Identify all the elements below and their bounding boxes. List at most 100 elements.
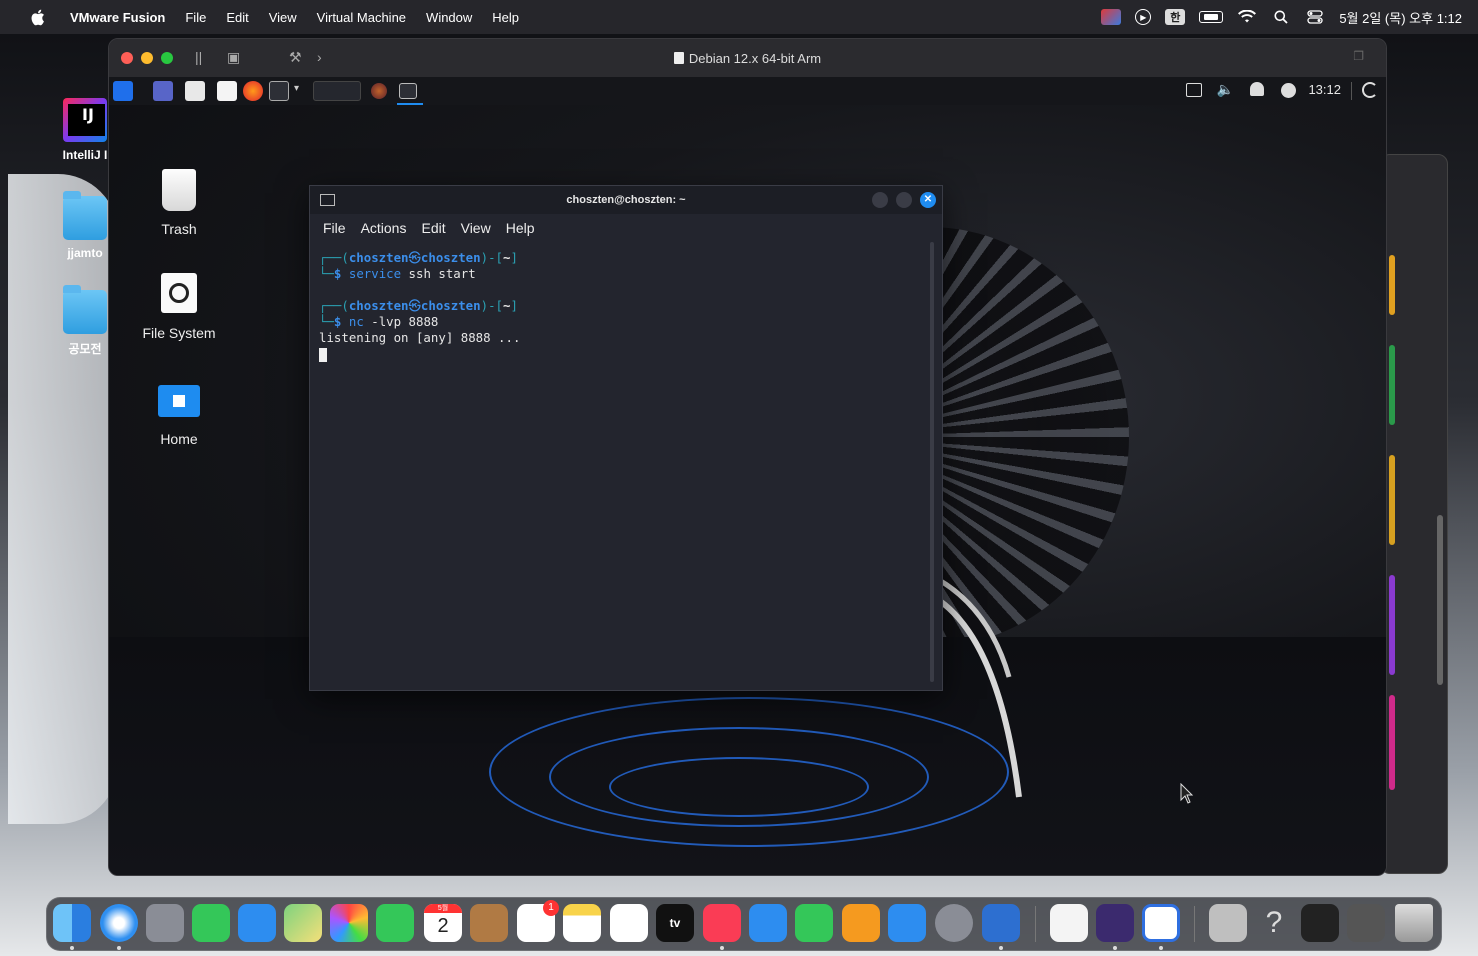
calendar-month: 5월 [424, 904, 462, 913]
background-app-window[interactable] [1380, 154, 1448, 874]
kali-menu-icon[interactable] [113, 81, 133, 101]
close-button[interactable]: ✕ [920, 192, 936, 208]
terminal-task-icon[interactable] [399, 83, 417, 99]
command-output: listening on [any] 8888 ... [319, 330, 521, 345]
photos-icon[interactable] [330, 904, 368, 942]
trash-icon[interactable] [1395, 904, 1433, 942]
menu-edit[interactable]: Edit [226, 10, 248, 25]
notification-badge: 1 [543, 900, 559, 916]
music-icon[interactable] [703, 904, 741, 942]
control-center-icon[interactable] [1305, 9, 1325, 25]
apple-icon[interactable] [26, 6, 48, 28]
menu-file[interactable]: File [185, 10, 206, 25]
workspace-switcher[interactable] [313, 81, 361, 101]
firefox-icon[interactable] [243, 81, 263, 101]
guest-icon-home[interactable]: Home [129, 385, 229, 447]
show-desktop-icon[interactable] [153, 81, 173, 101]
keynote-icon[interactable] [749, 904, 787, 942]
calendar-icon[interactable]: 5월 2 [424, 904, 462, 942]
scrollbar[interactable] [1437, 515, 1443, 685]
terminal-launcher-icon[interactable] [269, 81, 289, 101]
terminal-menu-view[interactable]: View [461, 220, 491, 236]
menu-virtual-machine[interactable]: Virtual Machine [317, 10, 406, 25]
fullscreen-icon[interactable]: ❐ [1353, 49, 1364, 63]
desktop-icon-label: jjamto [67, 246, 103, 260]
mail-icon[interactable] [238, 904, 276, 942]
menubar-status-area: ▶ 한 5월 2일 (목) 오후 1:12 [1101, 0, 1462, 34]
trash-icon [162, 169, 196, 211]
vmware-titlebar[interactable]: || ▣ ⚒ › Debian 12.x 64-bit Arm ❐ [109, 39, 1386, 77]
app-store-icon[interactable] [888, 904, 926, 942]
chevron-down-icon[interactable]: ▾ [294, 83, 299, 94]
obsidian-icon[interactable] [1096, 904, 1134, 942]
menu-view[interactable]: View [269, 10, 297, 25]
home-folder-icon [158, 385, 200, 417]
terminal-titlebar[interactable]: choszten@choszten: ~ ✕ [310, 186, 942, 214]
contacts-icon[interactable] [470, 904, 508, 942]
folder-icon [63, 285, 107, 334]
terminal-menu-edit[interactable]: Edit [421, 220, 445, 236]
display-icon[interactable] [1186, 83, 1202, 97]
menubar-datetime[interactable]: 5월 2일 (목) 오후 1:12 [1339, 8, 1462, 27]
safari-icon[interactable] [100, 904, 138, 942]
running-indicator [1113, 946, 1117, 950]
recent-document-icon[interactable] [1209, 904, 1247, 942]
search-icon[interactable] [1271, 9, 1291, 25]
menu-app-name[interactable]: VMware Fusion [70, 10, 165, 25]
pages-icon[interactable] [842, 904, 880, 942]
maps-icon[interactable] [284, 904, 322, 942]
text-editor-icon[interactable] [217, 81, 237, 101]
minimize-button[interactable] [872, 192, 888, 208]
color-tab [1389, 255, 1395, 315]
facetime-icon[interactable] [376, 904, 414, 942]
notifications-bell-icon[interactable] [1250, 82, 1264, 96]
vmware-fusion-icon[interactable] [1142, 904, 1180, 942]
volume-icon[interactable]: 🔈 [1217, 81, 1234, 98]
power-manager-icon[interactable] [1281, 83, 1296, 98]
xcode-icon[interactable] [982, 904, 1020, 942]
terminal-app-icon [320, 194, 335, 206]
menu-window[interactable]: Window [426, 10, 472, 25]
mac-menubar: VMware Fusion File Edit View Virtual Mac… [0, 0, 1478, 34]
freeform-icon[interactable] [610, 904, 648, 942]
unknown-app-icon[interactable]: ? [1255, 904, 1293, 942]
wallpaper-dragon-tail [932, 577, 1022, 798]
maximize-button[interactable] [896, 192, 912, 208]
finder-icon[interactable] [53, 904, 91, 942]
menu-help[interactable]: Help [492, 10, 519, 25]
textedit-icon[interactable] [1050, 904, 1088, 942]
screenshot-icon[interactable] [1347, 904, 1385, 942]
color-tab [1389, 455, 1395, 545]
running-indicator [999, 946, 1003, 950]
guest-top-panel: ▾ 🔈 13:12 [109, 77, 1386, 105]
mouse-pointer-icon [1180, 783, 1194, 804]
desktop-icon-label: 공모전 [68, 342, 102, 356]
terminal-scrollbar[interactable] [930, 242, 934, 682]
launchpad-icon[interactable] [146, 904, 184, 942]
terminal-menu-file[interactable]: File [323, 220, 346, 236]
apple-tv-icon[interactable]: tv [656, 904, 694, 942]
terminal-menu-help[interactable]: Help [506, 220, 535, 236]
reminders-icon[interactable]: 1 [517, 900, 559, 942]
wallpaper-blue-ripple [609, 757, 869, 817]
guest-clock[interactable]: 13:12 [1308, 82, 1341, 97]
screenshot-icon[interactable] [1301, 904, 1339, 942]
guest-icon-file-system[interactable]: File System [129, 273, 229, 341]
terminal-menu-actions[interactable]: Actions [361, 220, 407, 236]
vmware-status-icon[interactable] [1101, 9, 1122, 25]
play-icon[interactable]: ▶ [1135, 9, 1152, 25]
firefox-task-icon[interactable] [371, 83, 387, 99]
running-indicator [117, 946, 121, 950]
messages-icon[interactable] [192, 904, 230, 942]
file-manager-icon[interactable] [185, 81, 205, 101]
notes-icon[interactable] [563, 904, 601, 942]
logout-icon[interactable] [1362, 82, 1378, 98]
system-settings-icon[interactable] [935, 904, 973, 942]
wifi-icon[interactable] [1237, 9, 1257, 25]
numbers-icon[interactable] [795, 904, 833, 942]
battery-icon[interactable] [1199, 11, 1224, 23]
input-method-icon[interactable]: 한 [1165, 9, 1186, 25]
running-indicator [1159, 946, 1163, 950]
terminal-output[interactable]: ┌──(choszten㉿choszten)-[~] └─$ service s… [310, 242, 942, 370]
guest-icon-trash[interactable]: Trash [129, 169, 229, 237]
